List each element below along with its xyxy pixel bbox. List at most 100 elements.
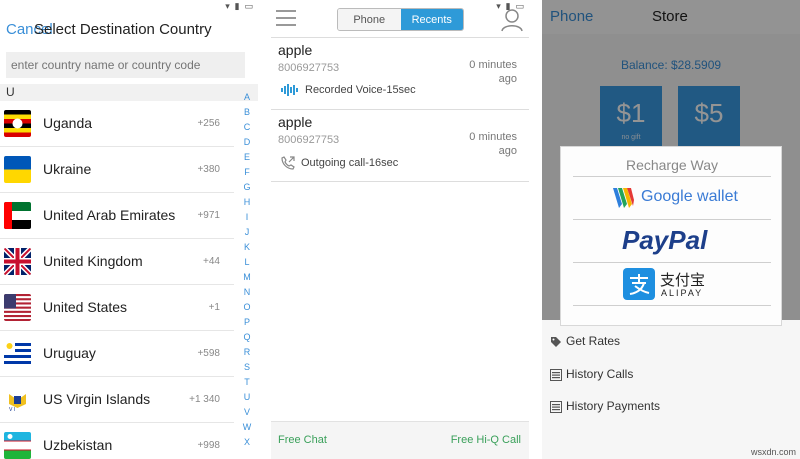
country-code: +998 [197,440,220,451]
alpha-letter[interactable]: T [240,375,254,390]
alpha-letter[interactable]: J [240,225,254,240]
caller-name: apple [278,114,313,130]
google-wallet-label: Google wallet [641,188,738,205]
phone-recents-tabs: Phone Recents [337,8,464,31]
call-kind-label: Outgoing call-16sec [301,156,399,169]
caller-number: 8006927753 [278,134,340,146]
caller-name: apple [278,42,313,58]
alpha-letter[interactable]: E [240,150,254,165]
contact-icon[interactable] [501,8,523,32]
get-rates-item[interactable]: Get Rates [550,334,620,348]
alpha-letter[interactable]: M [240,270,254,285]
alpha-letter[interactable]: Q [240,330,254,345]
usvi-flag-icon: V I [4,386,31,413]
country-header: Cancel Select Destination Country [0,16,258,46]
dialog-title: Recharge Way [625,157,719,173]
call-kind: Outgoing call-16sec [281,156,398,170]
country-list: Uganda +256 Ukraine +380 United Arab Emi… [0,101,234,459]
google-wallet-icon [613,188,634,208]
country-name: Uganda [43,115,93,131]
alpha-letter[interactable]: V [240,405,254,420]
country-row-usvi[interactable]: V I US Virgin Islands +1 340 [0,377,234,423]
call-time-line1: 0 minutes [469,131,517,143]
country-name: United Arab Emirates [43,207,176,223]
alipay-icon [623,268,655,300]
alpha-letter[interactable]: C [240,120,254,135]
dialog-bottom-divider [573,305,771,306]
alpha-letter[interactable]: U [240,390,254,405]
country-name: United Kingdom [43,253,143,269]
alpha-letter[interactable]: K [240,240,254,255]
country-row-uganda[interactable]: Uganda +256 [0,101,234,147]
app-root: ▾ ▮ ▭ Cancel Select Destination Country … [0,0,800,459]
country-name: Ukraine [43,161,92,177]
alpha-letter[interactable]: W [240,420,254,435]
status-bar: ▾ ▮ ▭ [0,0,258,16]
recents-footer: Free Chat Free Hi-Q Call [271,421,529,459]
alipay-label: ALIPAY [661,288,704,298]
country-row-uae[interactable]: United Arab Emirates +971 [0,193,234,239]
recent-call-item[interactable]: apple 8006927753 0 minutes ago Recorded V… [271,38,529,110]
country-code: +598 [197,348,220,359]
paypal-option[interactable]: PayPal [573,219,771,262]
country-name: United States [43,299,128,315]
alpha-letter[interactable]: X [240,435,254,450]
country-code: +380 [197,164,220,175]
alphabet-index[interactable]: A B C D E F G H I J K L M N O P Q R S T … [240,90,254,450]
paypal-logo: PayPal [622,225,708,255]
recents-header: Phone Recents [271,0,529,38]
menu-icon[interactable] [276,10,296,26]
ukraine-flag-icon [4,156,31,183]
us-flag-icon [4,294,31,321]
tab-recents[interactable]: Recents [400,9,463,30]
page-title: Select Destination Country [34,21,212,38]
country-code: +44 [203,256,220,267]
alpha-letter[interactable]: P [240,315,254,330]
section-header: U [0,84,258,101]
google-wallet-option[interactable]: Google wallet [573,176,771,219]
free-chat-button[interactable]: Free Chat [278,434,327,446]
call-kind: Recorded Voice-15sec [281,84,416,97]
recharge-way-dialog: Recharge Way Google wallet PayPal 支付宝 AL… [560,146,782,326]
alpha-letter[interactable]: L [240,255,254,270]
uzbekistan-flag-icon [4,432,31,459]
alpha-letter[interactable]: S [240,360,254,375]
alipay-chinese-label: 支付宝 [660,271,706,289]
history-payments-item[interactable]: History Payments [550,399,660,413]
alpha-letter[interactable]: R [240,345,254,360]
alpha-letter[interactable]: H [240,195,254,210]
history-calls-item[interactable]: History Calls [550,367,633,381]
svg-text:V I: V I [9,407,15,413]
tag-icon [551,336,561,347]
country-code: +256 [197,118,220,129]
country-select-screen: ▾ ▮ ▭ Cancel Select Destination Country … [0,0,258,459]
menu-label: History Calls [566,367,634,381]
caller-number: 8006927753 [278,62,340,74]
recent-call-item[interactable]: apple 8006927753 0 minutes ago Outgoing c… [271,110,529,182]
tab-phone[interactable]: Phone [338,9,401,30]
alipay-option[interactable]: 支付宝 ALIPAY [573,262,771,305]
call-time-line2: ago [498,73,517,85]
alpha-letter[interactable]: O [240,300,254,315]
call-time: 0 minutes ago [447,130,517,158]
country-row-uruguay[interactable]: Uruguay +598 [0,331,234,377]
alpha-letter[interactable]: G [240,180,254,195]
status-icons: ▾ ▮ ▭ [225,2,254,12]
alpha-letter[interactable]: N [240,285,254,300]
country-search-input[interactable] [6,52,245,78]
country-row-us[interactable]: United States +1 [0,285,234,331]
alpha-letter[interactable]: F [240,165,254,180]
alpha-letter[interactable]: I [240,210,254,225]
alpha-letter[interactable]: B [240,105,254,120]
watermark: wsxdn.com [750,447,796,457]
country-row-ukraine[interactable]: Ukraine +380 [0,147,234,193]
uruguay-flag-icon [4,340,31,367]
free-hiq-call-button[interactable]: Free Hi-Q Call [451,434,521,446]
alpha-letter[interactable]: A [240,90,254,105]
country-code: +1 340 [189,394,220,405]
country-row-uk[interactable]: United Kingdom +44 [0,239,234,285]
country-row-uzbekistan[interactable]: Uzbekistan +998 [0,423,234,459]
menu-label: Get Rates [566,334,621,348]
alpha-letter[interactable]: D [240,135,254,150]
call-time-line2: ago [498,145,517,157]
